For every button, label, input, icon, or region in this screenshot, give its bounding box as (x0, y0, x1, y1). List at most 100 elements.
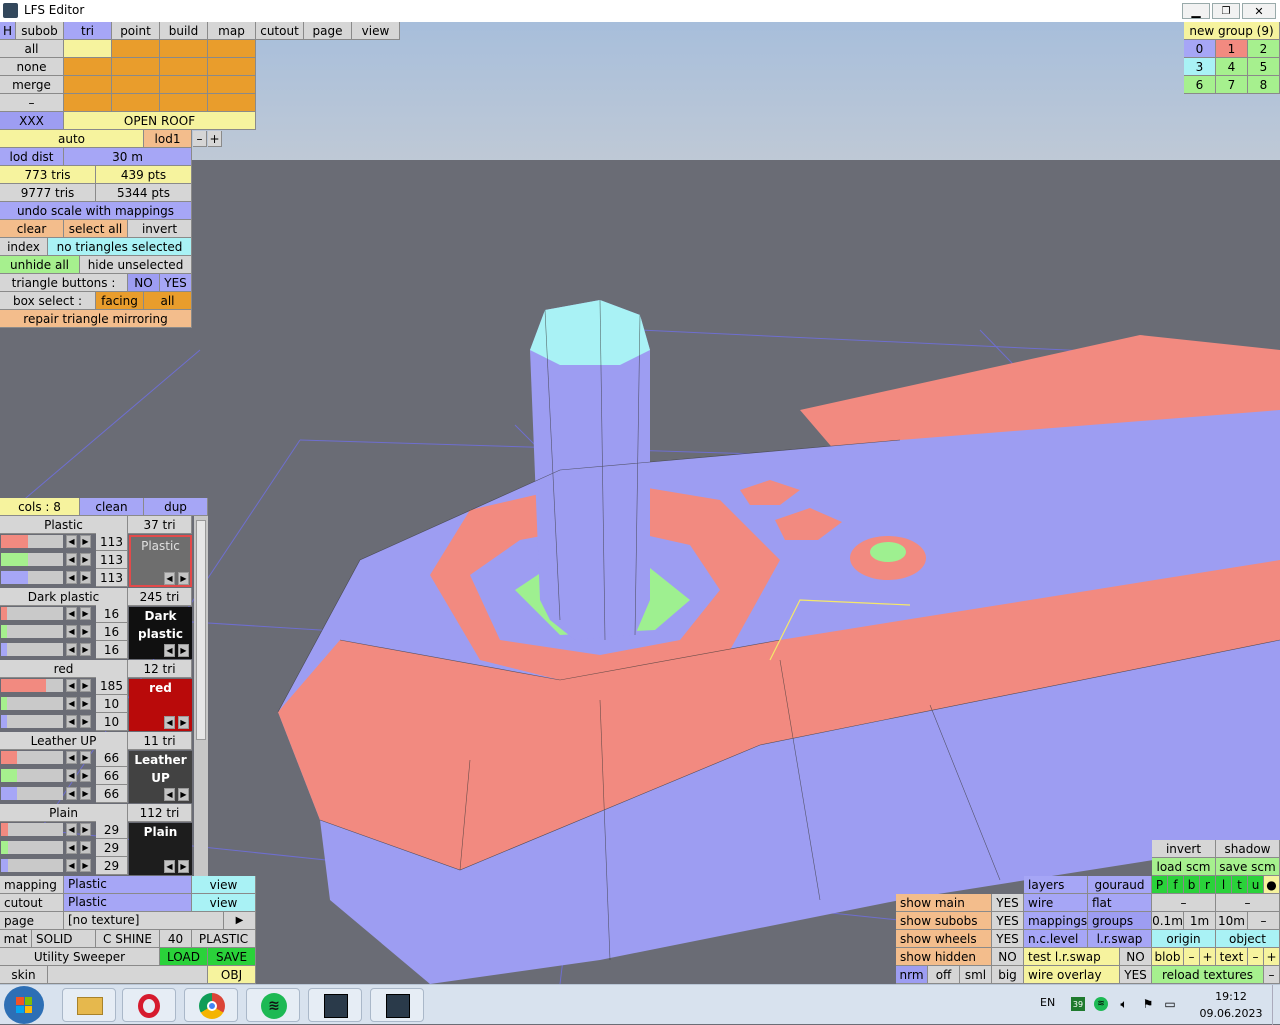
arrow-right-icon[interactable]: ▶ (80, 571, 91, 584)
tray-badge[interactable]: 39 (1071, 997, 1085, 1011)
scale-1m[interactable]: 1m (1184, 912, 1216, 930)
clock-time[interactable]: 19:12 (1196, 990, 1266, 1003)
nrm-button[interactable]: nrm (896, 966, 928, 984)
minimize-button[interactable]: ▁ (1182, 3, 1210, 19)
arrow-left-icon[interactable]: ◀ (66, 571, 77, 584)
mat-shine-value[interactable]: 40 (160, 930, 192, 948)
side-row-none[interactable]: none (0, 58, 64, 76)
arrow-right-icon[interactable]: ▶ (178, 788, 189, 801)
close-button[interactable]: ✕ (1242, 3, 1276, 19)
dash-button-1[interactable]: – (1152, 894, 1216, 912)
show-hidden-no[interactable]: NO (992, 948, 1024, 966)
arrow-left-icon[interactable]: ◀ (66, 751, 77, 764)
big-button[interactable]: big (992, 966, 1024, 984)
arrow-left-icon[interactable]: ◀ (66, 625, 77, 638)
flag-icon[interactable]: ⚑ (1140, 996, 1156, 1012)
lod-auto-button[interactable]: auto (0, 130, 144, 148)
arrow-right-icon[interactable]: ▶ (80, 715, 91, 728)
material-name[interactable]: Plastic (0, 516, 128, 534)
group-6[interactable]: 6 (1184, 76, 1216, 94)
color-slider-b[interactable] (1, 859, 63, 872)
arrow-left-icon[interactable]: ◀ (66, 859, 77, 872)
unhide-all-button[interactable]: unhide all (0, 256, 80, 274)
color-slider-b[interactable] (1, 787, 63, 800)
color-value-g[interactable]: 113 (96, 551, 128, 569)
wire-overlay-button[interactable]: wire overlay (1024, 966, 1120, 984)
grid-cell[interactable] (112, 76, 160, 94)
layers-button[interactable]: layers (1024, 876, 1088, 894)
color-value-b[interactable]: 29 (96, 857, 128, 875)
group-7[interactable]: 7 (1216, 76, 1248, 94)
arrow-right-icon[interactable]: ▶ (80, 607, 91, 620)
arrow-left-icon[interactable]: ◀ (66, 535, 77, 548)
grid-cell[interactable] (64, 76, 112, 94)
clear-button[interactable]: clear (0, 220, 64, 238)
view-toggle-f[interactable]: f (1168, 876, 1184, 894)
arrow-right-icon[interactable]: ▶ (80, 859, 91, 872)
network-icon[interactable]: ▭ (1162, 996, 1178, 1012)
color-value-b[interactable]: 16 (96, 641, 128, 659)
opera-taskbar-button[interactable] (122, 988, 176, 1022)
lod-minus-button[interactable]: – (193, 131, 207, 147)
restore-button[interactable]: ❐ (1212, 3, 1240, 19)
grid-cell[interactable] (208, 40, 256, 58)
arrow-left-icon[interactable]: ◀ (66, 769, 77, 782)
arrow-left-icon[interactable]: ◀ (66, 823, 77, 836)
test-lr-swap-no[interactable]: NO (1120, 948, 1152, 966)
show-subobs-yes[interactable]: YES (992, 912, 1024, 930)
mapping-view-button[interactable]: view (192, 876, 256, 894)
color-slider-g[interactable] (1, 697, 63, 710)
color-slider-r[interactable] (1, 607, 63, 620)
chrome-taskbar-button[interactable] (184, 988, 238, 1022)
grid-cell[interactable] (208, 94, 256, 112)
grid-cell[interactable] (64, 58, 112, 76)
mapping-value[interactable]: Plastic (64, 876, 192, 894)
material-name[interactable]: red (0, 660, 128, 678)
show-main-yes[interactable]: YES (992, 894, 1024, 912)
arrow-left-icon[interactable]: ◀ (164, 860, 175, 873)
lod-dist-value[interactable]: 30 m (64, 148, 192, 166)
reload-dash[interactable]: – (1264, 966, 1280, 984)
group-8[interactable]: 8 (1248, 76, 1280, 94)
save-scm-button[interactable]: save scm (1216, 858, 1280, 876)
volume-icon[interactable]: 🔈︎ (1116, 996, 1132, 1012)
group-2[interactable]: 2 (1248, 40, 1280, 58)
invert-button[interactable]: invert (1152, 840, 1216, 858)
tab-page[interactable]: page (304, 22, 352, 40)
groups-button[interactable]: groups (1088, 912, 1152, 930)
view-toggle-dot[interactable]: ● (1264, 876, 1280, 894)
arrow-left-icon[interactable]: ◀ (164, 716, 175, 729)
box-select-facing[interactable]: facing (96, 292, 144, 310)
mat-shine-button[interactable]: C SHINE (96, 930, 160, 948)
color-slider-b[interactable] (1, 643, 63, 656)
arrow-left-icon[interactable]: ◀ (164, 572, 175, 585)
flat-button[interactable]: flat (1088, 894, 1152, 912)
group-5[interactable]: 5 (1248, 58, 1280, 76)
skin-value[interactable] (48, 966, 208, 984)
view-toggle-b[interactable]: b (1184, 876, 1200, 894)
color-value-r[interactable]: 185 (96, 677, 128, 695)
color-slider-g[interactable] (1, 841, 63, 854)
arrow-right-icon[interactable]: ▶ (80, 769, 91, 782)
group-3[interactable]: 3 (1184, 58, 1216, 76)
nc-level-button[interactable]: n.c.level (1024, 930, 1088, 948)
text-minus[interactable]: – (1248, 948, 1264, 966)
arrow-left-icon[interactable]: ◀ (66, 787, 77, 800)
spotify-taskbar-button[interactable]: ≋ (246, 988, 300, 1022)
grid-cell[interactable] (160, 58, 208, 76)
color-value-g[interactable]: 16 (96, 623, 128, 641)
view-toggle-r[interactable]: r (1200, 876, 1216, 894)
arrow-right-icon[interactable]: ▶ (178, 572, 189, 585)
object-button[interactable]: object (1216, 930, 1280, 948)
arrow-left-icon[interactable]: ◀ (66, 643, 77, 656)
scale-dash[interactable]: – (1248, 912, 1280, 930)
color-slider-r[interactable] (1, 535, 63, 548)
page-next-button[interactable]: ▶ (224, 912, 256, 930)
grid-cell[interactable] (208, 76, 256, 94)
tab-tri[interactable]: tri (64, 22, 112, 40)
tab-subob[interactable]: subob (16, 22, 64, 40)
off-button[interactable]: off (928, 966, 960, 984)
repair-mirroring-button[interactable]: repair triangle mirroring (0, 310, 192, 328)
grid-cell[interactable] (160, 94, 208, 112)
arrow-right-icon[interactable]: ▶ (80, 643, 91, 656)
